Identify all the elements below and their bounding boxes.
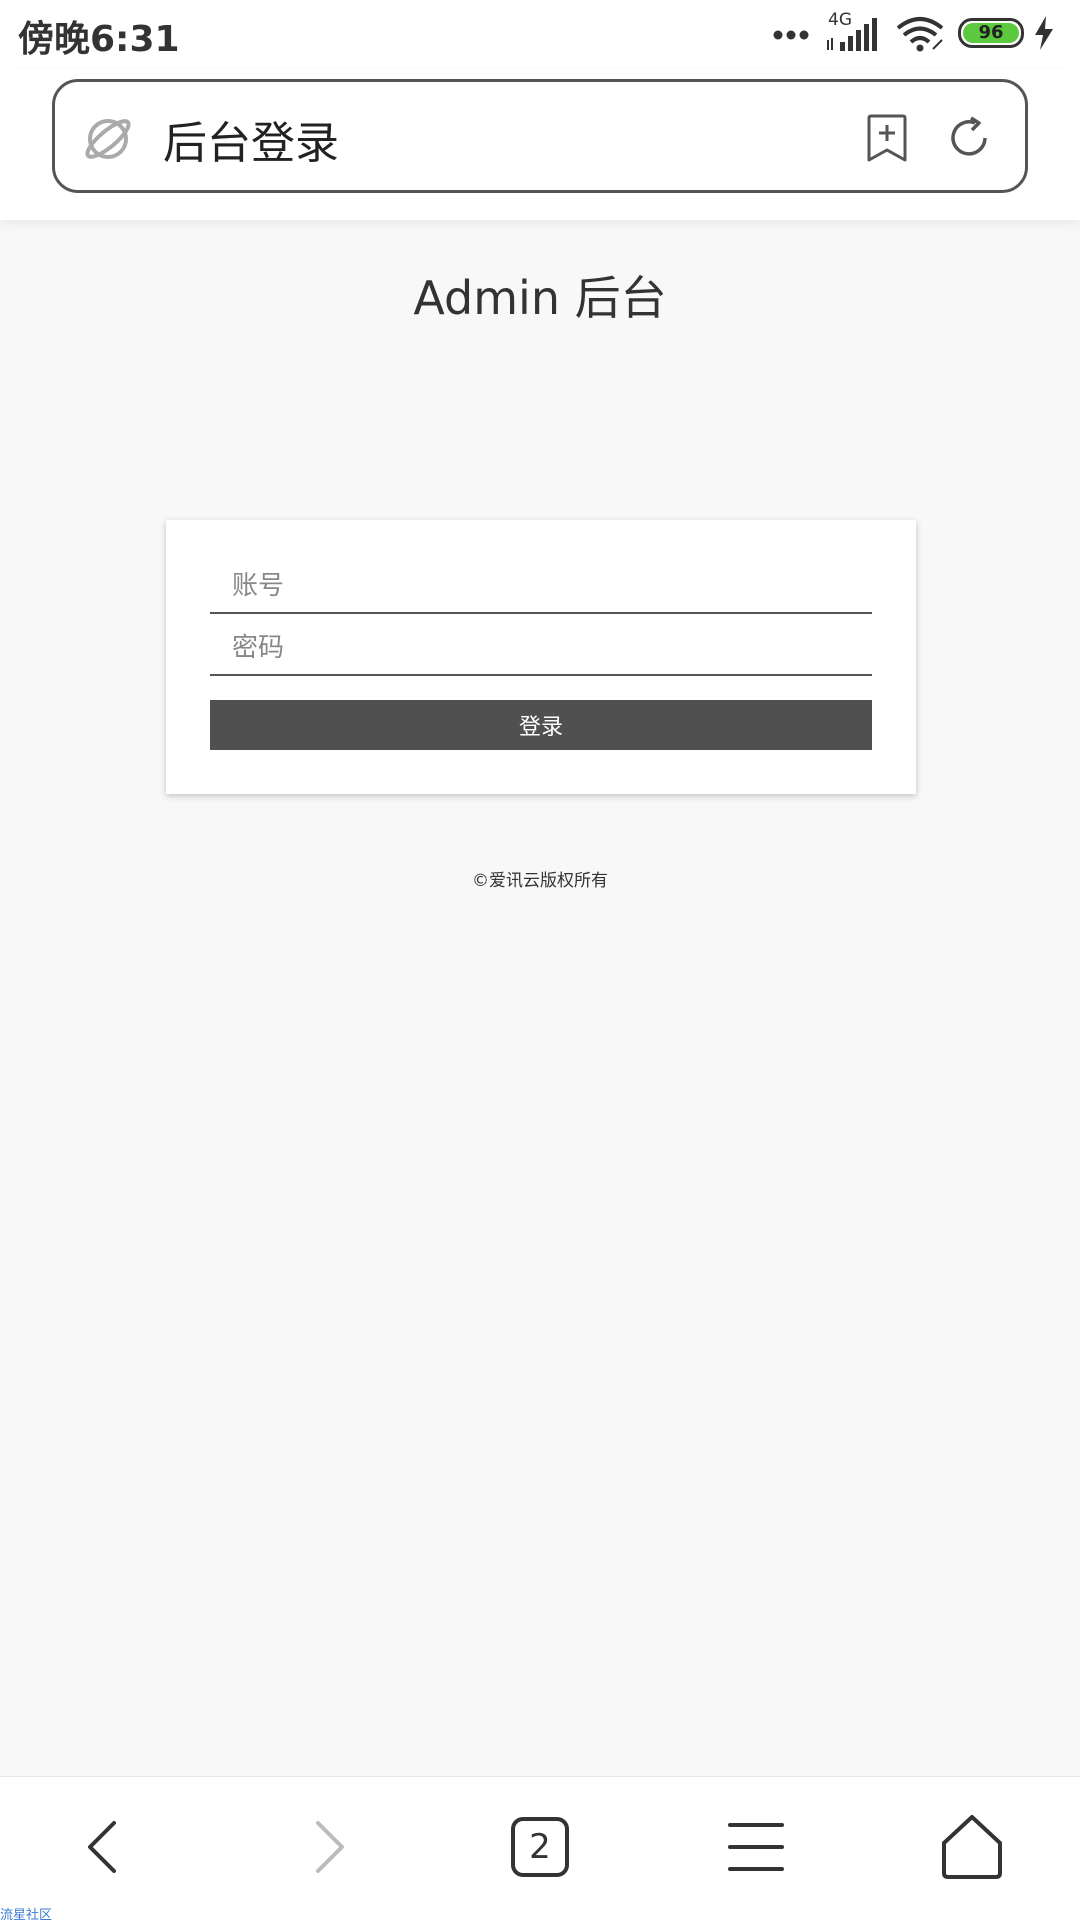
status-bar: 傍晚6:31 4G 96 [0,0,1080,70]
watermark: 流星社区 [0,1908,53,1920]
status-icons: 4G 96 [772,10,1072,54]
browser-bottom-nav: 2 [0,1776,1080,1920]
home-icon [942,1815,1002,1879]
page-heading: Admin 后台 [413,271,667,325]
status-time: 傍晚6:31 [18,19,180,60]
charging-icon [1035,16,1053,50]
home-button[interactable] [932,1807,1012,1887]
refresh-icon[interactable] [945,114,993,162]
more-dots-icon [773,30,809,40]
forward-button[interactable] [286,1807,366,1887]
address-bar[interactable]: 后台登录 [52,79,1028,193]
password-input[interactable] [210,614,872,676]
tabs-button[interactable]: 2 [500,1807,580,1887]
menu-icon [728,1823,784,1871]
cellular-signal-icon [827,18,877,51]
login-button[interactable]: 登录 [210,700,872,750]
battery-indicator: 96 [958,18,1024,48]
battery-level: 96 [978,22,1004,43]
tab-count: 2 [529,1827,551,1867]
forward-arrow-icon [316,1821,344,1873]
account-input[interactable] [210,552,872,614]
wifi-icon [896,17,944,52]
back-button[interactable] [66,1807,146,1887]
browser-toolbar: 后台登录 [0,70,1080,220]
login-form: 登录 [166,520,916,794]
back-arrow-icon [88,1821,116,1873]
planet-icon [85,119,131,159]
menu-button[interactable] [716,1807,796,1887]
copyright-text: ©爱讯云版权所有 [472,871,608,891]
add-bookmark-icon[interactable] [865,114,909,162]
page-title: 后台登录 [163,118,339,169]
